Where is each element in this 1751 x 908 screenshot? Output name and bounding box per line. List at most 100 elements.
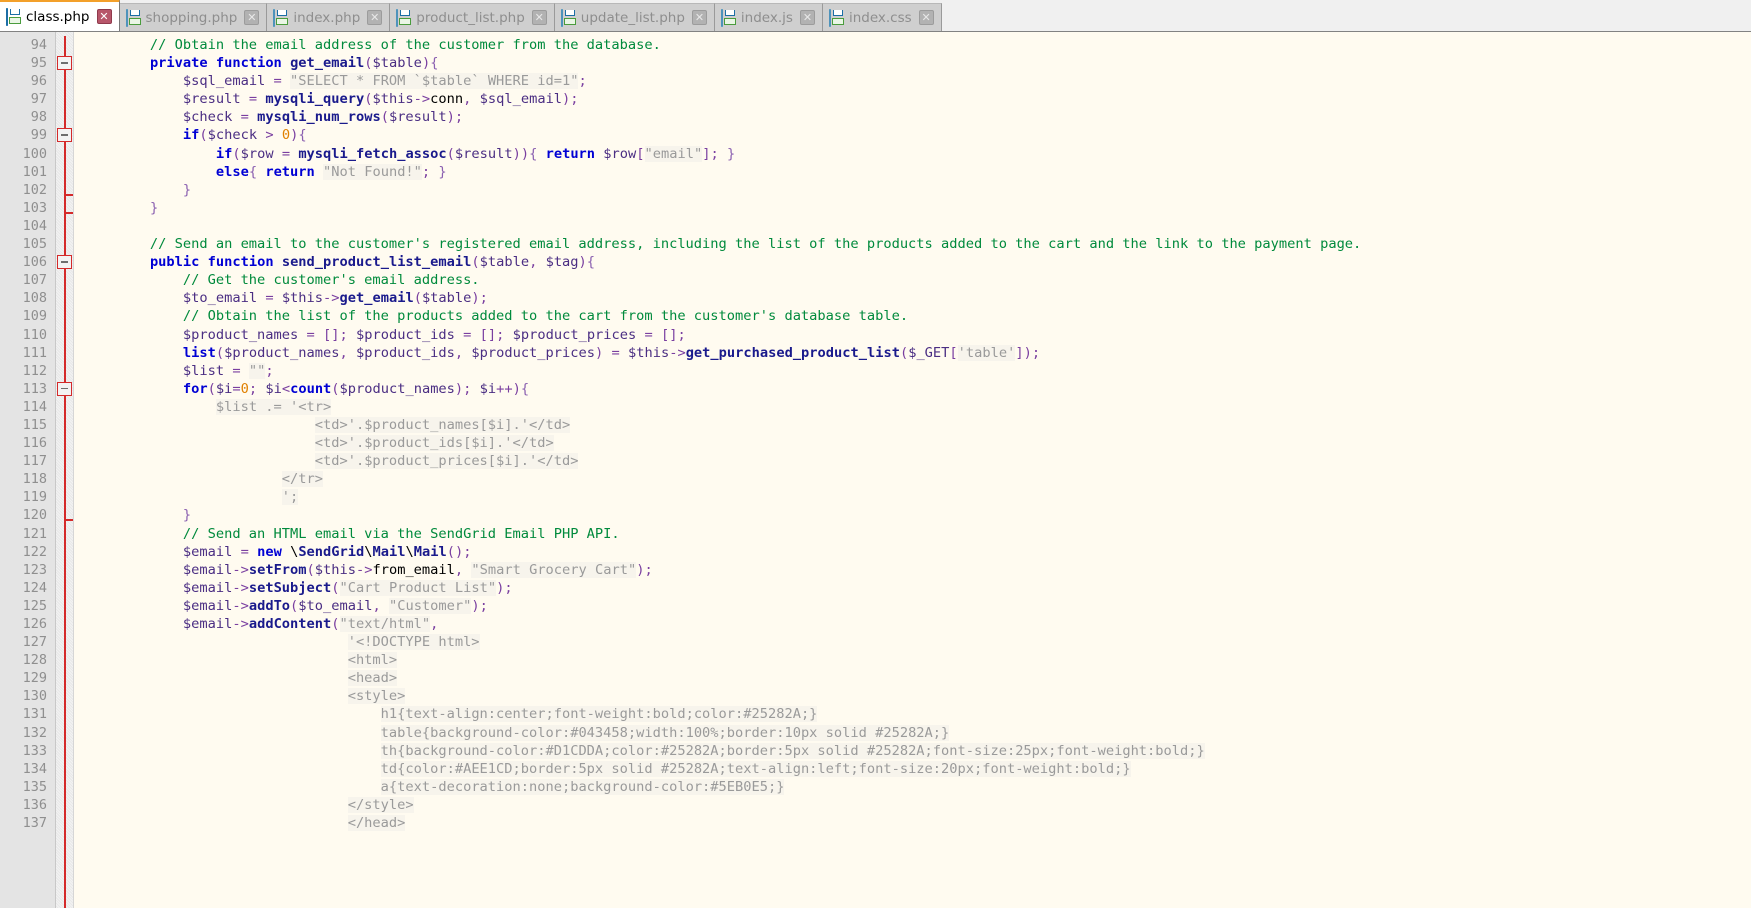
tab-label: class.php <box>26 9 90 25</box>
tab-index-php[interactable]: index.php✕ <box>267 3 390 31</box>
close-icon[interactable]: ✕ <box>692 10 707 25</box>
fold-row[interactable] <box>56 525 73 543</box>
close-icon[interactable]: ✕ <box>532 10 547 25</box>
fold-collapse-icon[interactable] <box>57 382 72 396</box>
tab-label: index.js <box>741 10 793 26</box>
fold-row[interactable] <box>56 470 73 488</box>
fold-row[interactable] <box>56 126 73 144</box>
code-line: // Obtain the list of the products added… <box>84 307 1751 325</box>
line-number: 137 <box>0 814 55 832</box>
code-line: $result = mysqli_query($this->conn, $sql… <box>84 90 1751 108</box>
code-line: $product_names = []; $product_ids = []; … <box>84 326 1751 344</box>
fold-row[interactable] <box>56 796 73 814</box>
line-number: 97 <box>0 90 55 108</box>
fold-row[interactable] <box>56 108 73 126</box>
fold-row[interactable] <box>56 416 73 434</box>
fold-row[interactable] <box>56 326 73 344</box>
fold-row[interactable] <box>56 253 73 271</box>
line-number: 111 <box>0 344 55 362</box>
line-number: 125 <box>0 597 55 615</box>
code-folding-column[interactable] <box>56 32 74 908</box>
fold-row[interactable] <box>56 724 73 742</box>
fold-row[interactable] <box>56 344 73 362</box>
code-line: '<!DOCTYPE html> <box>84 633 1751 651</box>
fold-row[interactable] <box>56 163 73 181</box>
fold-row[interactable] <box>56 506 73 524</box>
line-number: 99 <box>0 126 55 144</box>
code-line: $check = mysqli_num_rows($result); <box>84 108 1751 126</box>
line-number: 130 <box>0 687 55 705</box>
fold-collapse-icon[interactable] <box>57 56 72 70</box>
fold-row[interactable] <box>56 434 73 452</box>
fold-row[interactable] <box>56 651 73 669</box>
tab-product_list-php[interactable]: product_list.php✕ <box>390 3 555 31</box>
line-number: 131 <box>0 705 55 723</box>
fold-row[interactable] <box>56 362 73 380</box>
fold-row[interactable] <box>56 380 73 398</box>
line-number: 101 <box>0 163 55 181</box>
fold-row[interactable] <box>56 742 73 760</box>
fold-row[interactable] <box>56 181 73 199</box>
line-number: 103 <box>0 199 55 217</box>
fold-row[interactable] <box>56 271 73 289</box>
tab-class-php[interactable]: class.php ✕ <box>0 0 120 31</box>
fold-row[interactable] <box>56 90 73 108</box>
code-line: <html> <box>84 651 1751 669</box>
close-icon[interactable]: ✕ <box>367 10 382 25</box>
fold-collapse-icon[interactable] <box>57 255 72 269</box>
close-icon[interactable]: ✕ <box>97 9 112 24</box>
code-line: $to_email = $this->get_email($table); <box>84 289 1751 307</box>
fold-row[interactable] <box>56 307 73 325</box>
line-number: 115 <box>0 416 55 434</box>
close-icon[interactable]: ✕ <box>800 10 815 25</box>
fold-row[interactable] <box>56 72 73 90</box>
fold-row[interactable] <box>56 235 73 253</box>
line-number: 112 <box>0 362 55 380</box>
fold-row[interactable] <box>56 760 73 778</box>
line-number: 113 <box>0 380 55 398</box>
floppy-disk-icon <box>721 10 736 25</box>
line-number: 122 <box>0 543 55 561</box>
line-number: 120 <box>0 506 55 524</box>
code-line: </tr> <box>84 470 1751 488</box>
fold-row[interactable] <box>56 289 73 307</box>
fold-row[interactable] <box>56 561 73 579</box>
fold-row[interactable] <box>56 705 73 723</box>
tab-index-css[interactable]: index.css✕ <box>823 3 942 31</box>
fold-row[interactable] <box>56 579 73 597</box>
fold-row[interactable] <box>56 778 73 796</box>
fold-collapse-icon[interactable] <box>57 128 72 142</box>
code-line: // Send an email to the customer's regis… <box>84 235 1751 253</box>
fold-row[interactable] <box>56 398 73 416</box>
code-editor[interactable]: 9495969798991001011021031041051061071081… <box>0 32 1751 908</box>
line-number: 110 <box>0 326 55 344</box>
fold-row[interactable] <box>56 452 73 470</box>
fold-row[interactable] <box>56 145 73 163</box>
close-icon[interactable]: ✕ <box>244 10 259 25</box>
line-number: 108 <box>0 289 55 307</box>
line-number: 94 <box>0 36 55 54</box>
tab-shopping-php[interactable]: shopping.php✕ <box>120 3 268 31</box>
code-content[interactable]: // Obtain the email address of the custo… <box>74 32 1751 908</box>
fold-row[interactable] <box>56 217 73 235</box>
tab-index-js[interactable]: index.js ✕ <box>715 3 823 31</box>
fold-row[interactable] <box>56 54 73 72</box>
tab-update_list-php[interactable]: update_list.php✕ <box>555 3 715 31</box>
fold-row[interactable] <box>56 199 73 217</box>
fold-row[interactable] <box>56 615 73 633</box>
line-number: 106 <box>0 253 55 271</box>
code-line: $list .= '<tr> <box>84 398 1751 416</box>
fold-row[interactable] <box>56 687 73 705</box>
fold-row[interactable] <box>56 36 73 54</box>
close-icon[interactable]: ✕ <box>919 10 934 25</box>
fold-row[interactable] <box>56 814 73 832</box>
fold-row[interactable] <box>56 543 73 561</box>
line-number: 116 <box>0 434 55 452</box>
line-number: 100 <box>0 145 55 163</box>
fold-row[interactable] <box>56 633 73 651</box>
code-line: $list = ""; <box>84 362 1751 380</box>
fold-row[interactable] <box>56 597 73 615</box>
fold-row[interactable] <box>56 669 73 687</box>
code-line: $email->addTo($to_email, "Customer"); <box>84 597 1751 615</box>
fold-row[interactable] <box>56 488 73 506</box>
